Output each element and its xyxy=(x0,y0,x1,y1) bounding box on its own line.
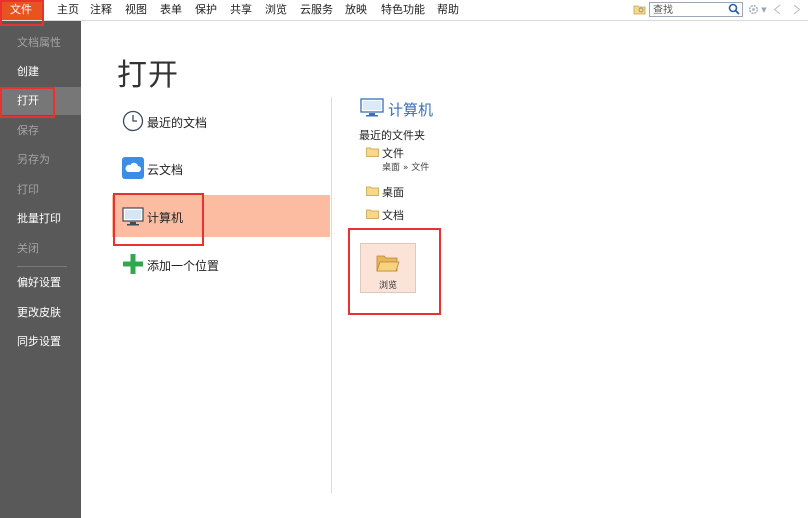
folder-path: 桌面 » 文件 xyxy=(382,163,430,173)
plus-icon xyxy=(122,253,144,275)
recent-folders-heading: 最近的文件夹 xyxy=(359,129,425,142)
page-title: 打开 xyxy=(117,58,179,93)
folder-search-icon[interactable] xyxy=(632,2,646,17)
sidebar-separator xyxy=(17,266,67,267)
browse-label: 浏览 xyxy=(378,281,397,291)
location-add-place[interactable]: 添加一个位置 xyxy=(112,243,330,285)
menu-help[interactable]: 帮助 xyxy=(437,0,459,20)
location-recent-documents[interactable]: 最近的文档 xyxy=(112,100,330,142)
menu-file[interactable]: 文件 xyxy=(0,0,42,20)
gear-icon[interactable] xyxy=(747,2,759,17)
sidebar-item-print: 打印 xyxy=(17,183,39,196)
menu-form[interactable]: 表单 xyxy=(160,0,182,20)
location-cloud-documents[interactable]: 云文档 xyxy=(112,147,330,189)
search-box[interactable] xyxy=(649,2,743,17)
dropdown-arrow-icon[interactable]: ▼ xyxy=(760,2,768,17)
sidebar-item-save: 保存 xyxy=(17,124,39,137)
nav-back-icon[interactable] xyxy=(772,2,782,17)
sidebar-item-preferences[interactable]: 偏好设置 xyxy=(0,269,81,297)
browse-button[interactable]: 浏览 xyxy=(360,243,416,293)
sidebar-item-create[interactable]: 创建 xyxy=(0,58,81,86)
menu-features[interactable]: 特色功能 xyxy=(381,0,425,20)
nav-forward-icon[interactable] xyxy=(792,2,802,17)
location-label: 添加一个位置 xyxy=(147,259,220,273)
menu-protect[interactable]: 保护 xyxy=(195,0,217,20)
menu-browse[interactable]: 浏览 xyxy=(265,0,287,20)
folder-icon xyxy=(366,147,379,157)
sidebar-item-open[interactable]: 打开 xyxy=(0,87,81,115)
menu-cloud-service[interactable]: 云服务 xyxy=(300,0,333,20)
menu-slideshow[interactable]: 放映 xyxy=(345,0,367,20)
computer-icon xyxy=(122,205,144,227)
sidebar-item-sync-settings[interactable]: 同步设置 xyxy=(0,328,81,356)
folder-name: 文档 xyxy=(382,209,404,222)
search-input[interactable] xyxy=(650,4,726,17)
sidebar-item-change-skin[interactable]: 更改皮肤 xyxy=(0,299,81,327)
menu-home[interactable]: 主页 xyxy=(57,0,79,20)
sidebar-item-save-as: 另存为 xyxy=(17,153,50,166)
menu-view[interactable]: 视图 xyxy=(125,0,147,20)
sidebar-item-document-properties: 文档属性 xyxy=(17,36,61,49)
folder-icon xyxy=(366,186,379,196)
sidebar-item-batch-print[interactable]: 批量打印 xyxy=(0,205,81,233)
folder-name: 桌面 xyxy=(382,186,404,199)
menu-share[interactable]: 共享 xyxy=(230,0,252,20)
clock-icon xyxy=(122,110,144,132)
sidebar: 文档属性 创建 打开 保存 另存为 打印 批量打印 关闭 偏好设置 更改皮肤 同… xyxy=(0,21,81,518)
panel-divider xyxy=(331,97,332,493)
location-label: 云文档 xyxy=(147,163,184,177)
folder-name: 文件 xyxy=(382,147,404,160)
search-icon[interactable] xyxy=(728,3,740,15)
folder-icon xyxy=(366,209,379,219)
menu-bar: 文件 主页 注释 视图 表单 保护 共享 浏览 云服务 放映 特色功能 帮助 ▼ xyxy=(0,0,808,21)
cloud-icon xyxy=(122,157,144,179)
open-folder-icon xyxy=(376,254,400,273)
menu-comment[interactable]: 注释 xyxy=(90,0,112,20)
computer-icon xyxy=(360,98,384,118)
location-computer[interactable]: 计算机 xyxy=(112,195,330,237)
panel-title: 计算机 xyxy=(388,101,434,119)
sidebar-item-close: 关闭 xyxy=(17,242,39,255)
location-label: 计算机 xyxy=(147,211,184,225)
location-label: 最近的文档 xyxy=(147,116,208,130)
